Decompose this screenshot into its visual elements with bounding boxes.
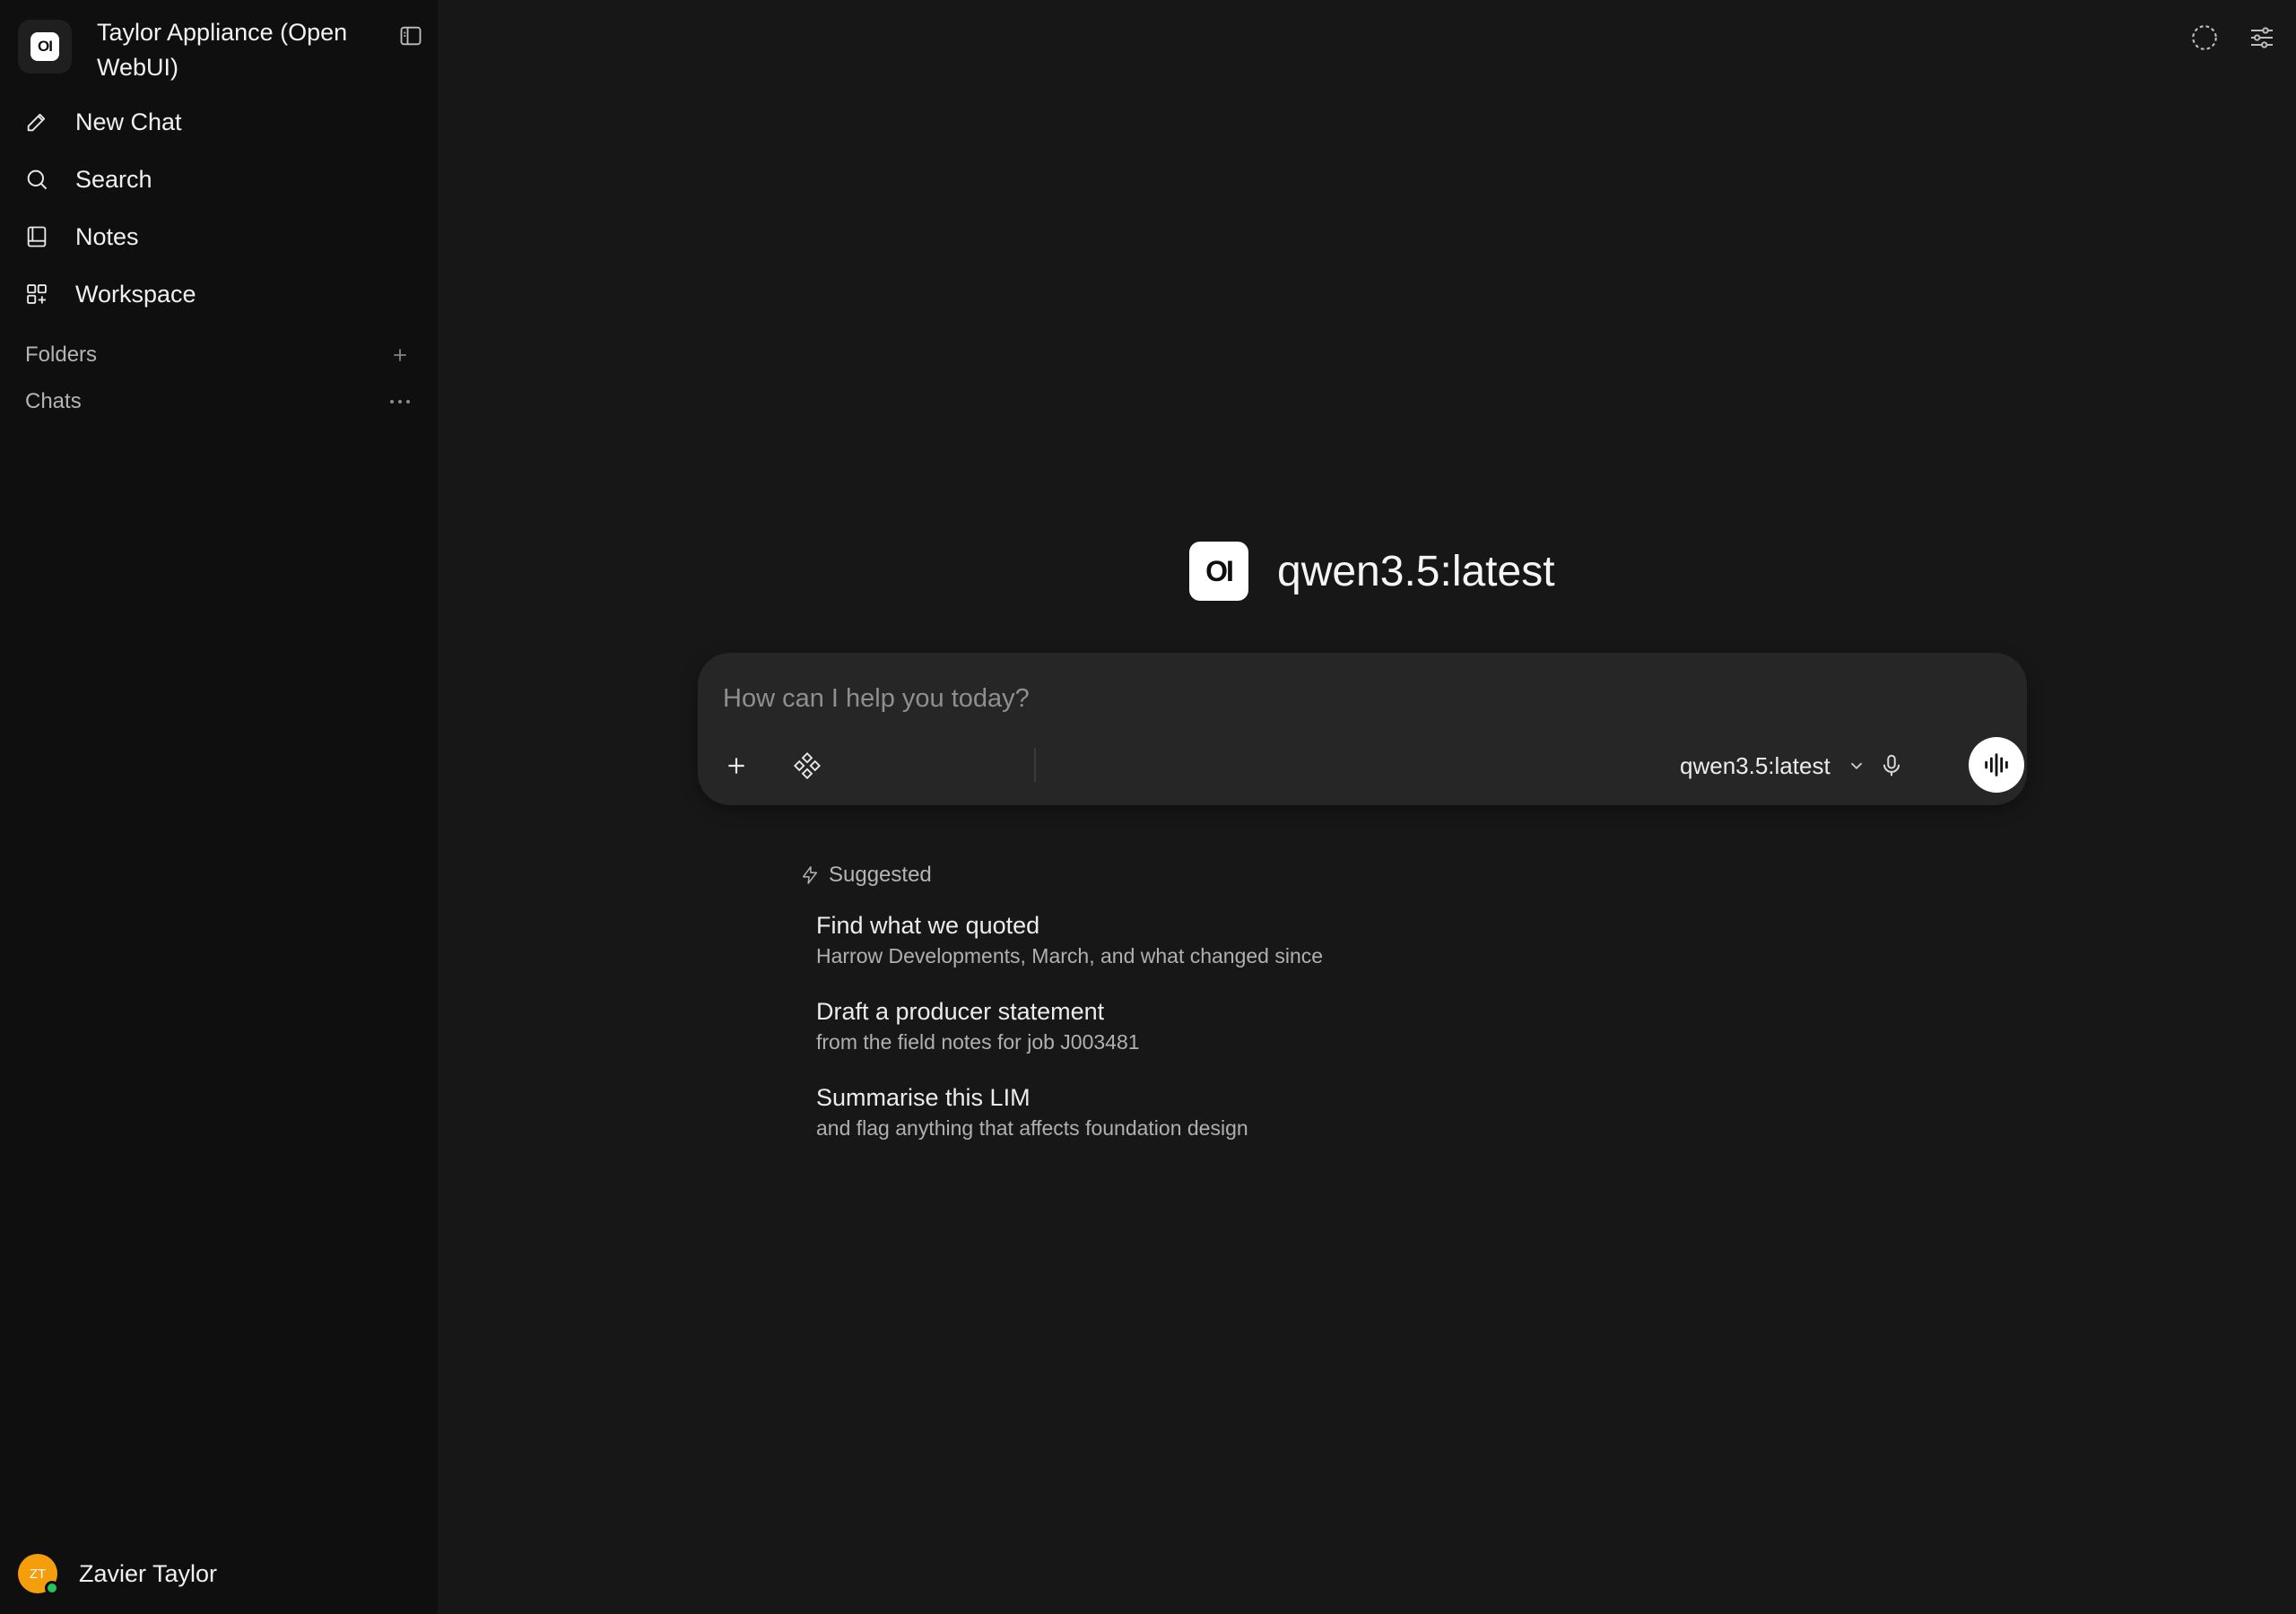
temporary-chat-button[interactable] [2185,18,2224,57]
chats-section[interactable]: Chats [25,384,416,420]
avatar: ZT [18,1554,59,1595]
voice-mode-button[interactable] [1969,737,2024,793]
app-root: OI Taylor Appliance (Open WebUI) New Cha… [0,0,2296,1614]
suggestion-title: Find what we quoted [816,912,1040,939]
suggestion-item[interactable]: Draft a producer statement from the fiel… [800,992,1787,1078]
suggestion-title: Draft a producer statement [816,998,1105,1025]
model-logo: OI [1189,542,1248,601]
search-button[interactable]: Search [11,151,427,208]
notes-button[interactable]: Notes [11,208,427,265]
suggested-label: Suggested [829,863,932,887]
add-attachment-button[interactable] [713,742,760,789]
new-chat-label: New Chat [75,108,182,135]
workspace-button[interactable]: Workspace [11,265,427,323]
sliders-icon [2251,27,2273,48]
user-menu-button[interactable]: ZT Zavier Taylor [18,1551,217,1596]
suggestion-subtitle: and flag anything that affects foundatio… [816,1116,1248,1140]
add-folder-icon[interactable] [384,339,416,371]
sidebar-header: OI Taylor Appliance (Open WebUI) [18,11,422,82]
suggestion-subtitle: Harrow Developments, March, and what cha… [816,944,1324,968]
plus-icon [728,758,744,774]
composer-divider [1034,748,1036,782]
app-logo-mark: OI [30,32,59,61]
app-title: Taylor Appliance (Open WebUI) [97,19,348,81]
waveform-icon [1985,753,2008,777]
dictate-button[interactable] [1868,742,1915,789]
model-heading: OI qwen3.5:latest [1189,542,1555,601]
lightning-icon [802,866,818,884]
folders-label: Folders [25,343,98,367]
more-options-icon[interactable] [384,386,416,418]
message-input[interactable] [723,680,1620,717]
top-bar-actions [2185,18,2282,57]
suggestion-item[interactable]: Summarise this LIM and flag anything tha… [800,1078,1787,1164]
tools-diamond-icon [794,752,821,779]
suggested-header: Suggested [800,859,932,891]
user-name: Zavier Taylor [79,1559,218,1587]
search-icon [23,166,50,193]
sidebar-toggle-button[interactable] [391,16,430,56]
suggestion-subtitle: from the field notes for job J003481 [816,1030,1140,1054]
integrations-button[interactable] [784,742,831,789]
search-label: Search [75,165,152,193]
chevron-down-icon [1847,755,1868,777]
new-chat-button[interactable]: New Chat [11,93,427,151]
sidebar: OI Taylor Appliance (Open WebUI) New Cha… [0,0,438,1614]
workspace-label: Workspace [75,280,196,308]
online-status-dot [45,1581,59,1595]
controls-button[interactable] [2242,18,2282,57]
grid-plus-icon [23,281,50,308]
microphone-icon [1883,754,1900,777]
dashed-circle-icon [2192,25,2217,50]
main-panel: OI qwen3.5:latest qwen3.5:latest [438,0,2296,1614]
message-composer: qwen3.5:latest [698,653,2027,805]
model-selector[interactable]: qwen3.5:latest [1680,746,1868,785]
pencil-icon [23,108,50,135]
sidebar-toggle-icon [400,26,422,46]
model-title: qwen3.5:latest [1277,547,1555,595]
model-selector-label: qwen3.5:latest [1680,751,1831,779]
notes-label: Notes [75,222,139,250]
chats-label: Chats [25,389,82,413]
suggestion-title: Summarise this LIM [816,1084,1031,1111]
notebook-icon [23,223,50,250]
suggestion-item[interactable]: Find what we quoted Harrow Developments,… [800,906,1787,992]
folders-section[interactable]: Folders [25,337,416,373]
suggestions-list: Find what we quoted Harrow Developments,… [800,906,1787,1164]
avatar-initials: ZT [29,1566,47,1582]
sidebar-nav: New Chat Search Notes Workspace [11,93,427,323]
app-logo[interactable]: OI [18,20,72,74]
